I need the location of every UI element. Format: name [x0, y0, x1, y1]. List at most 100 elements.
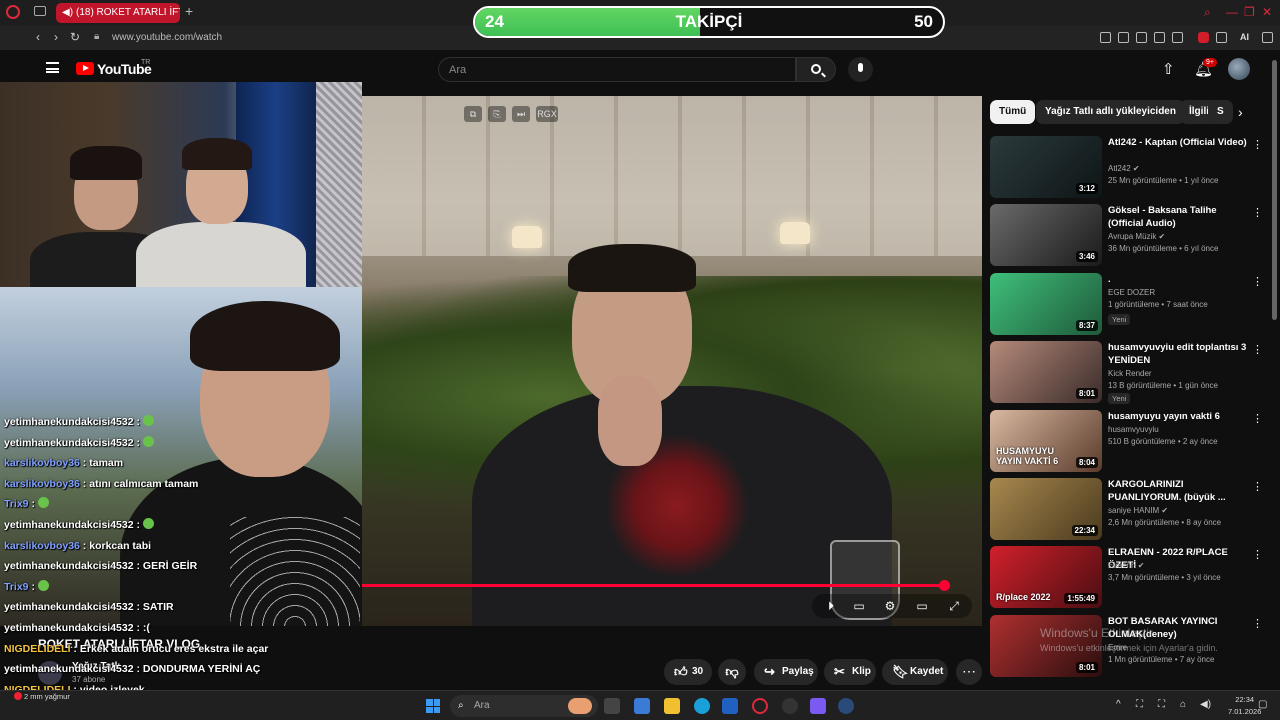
search-button[interactable]: [796, 57, 836, 82]
recommendation-channel[interactable]: Avrupa Müzik: [1108, 232, 1156, 241]
filter-chip[interactable]: S: [1208, 100, 1233, 124]
more-options-icon[interactable]: ⋮: [1252, 206, 1263, 219]
recommendation-title[interactable]: husamyuyu yayın vakti 6: [1108, 410, 1248, 423]
maximize-icon[interactable]: ❐: [1244, 5, 1255, 19]
menu-icon[interactable]: [1262, 32, 1273, 43]
widgets-icon[interactable]: [568, 698, 592, 714]
rgx-extension-badge[interactable]: RGX: [536, 106, 558, 122]
favorites-icon[interactable]: [1172, 32, 1183, 43]
recommendation-card[interactable]: 8:01 husamvyuvyiu edit toplantısı 3 YENİD…: [990, 341, 1263, 405]
extension-icon[interactable]: [1100, 32, 1111, 43]
settings-gear-icon[interactable]: ⚙: [881, 599, 899, 613]
opera-taskbar-icon[interactable]: [752, 698, 768, 714]
video-progress-bar[interactable]: [362, 584, 944, 587]
like-button[interactable]: 👍︎ 30: [664, 659, 712, 685]
opera-logo-icon[interactable]: [6, 5, 20, 19]
store-icon[interactable]: [722, 698, 738, 714]
recommendation-thumbnail[interactable]: 22:34: [990, 478, 1102, 540]
recommendation-channel[interactable]: Kick Render: [1108, 369, 1152, 378]
notification-center-icon[interactable]: ▢: [1258, 699, 1267, 710]
theater-mode-icon[interactable]: ▭: [913, 599, 931, 613]
video-progress-scrubber[interactable]: [939, 580, 950, 591]
miniplayer-icon[interactable]: ⧉: [464, 106, 482, 122]
translate-extension-icon[interactable]: [1198, 32, 1209, 43]
recommendation-title[interactable]: KARGOLARINIZI PUANLIYORUM. (büyük ...: [1108, 478, 1248, 504]
more-options-icon[interactable]: ⋮: [1252, 138, 1263, 151]
more-options-icon[interactable]: ⋮: [1252, 412, 1263, 425]
share-button[interactable]: ↪ Paylaş: [754, 659, 818, 685]
start-windows-icon[interactable]: [426, 699, 440, 713]
recommendation-thumbnail[interactable]: HUSAMYUYU YAYIN VAKTİ 6 8:04: [990, 409, 1102, 472]
clip-button[interactable]: ✂ Klip: [824, 659, 876, 685]
recommendation-title[interactable]: .: [1108, 273, 1248, 286]
page-scrollbar[interactable]: [1272, 60, 1277, 320]
app-icon[interactable]: [810, 698, 826, 714]
recommendation-channel[interactable]: Atl242: [1108, 164, 1131, 173]
recommendation-card[interactable]: R/place 2022 1:55:49 ELRAENN - 2022 R/PLAC…: [990, 546, 1263, 610]
chips-next-icon[interactable]: ›: [1238, 104, 1243, 120]
player-icon[interactable]: [1154, 32, 1165, 43]
forward-icon[interactable]: ›: [54, 30, 58, 44]
search-box[interactable]: [438, 57, 796, 82]
recommendation-channel[interactable]: saniye HANIM: [1108, 506, 1159, 515]
subtitles-icon[interactable]: ▭: [850, 599, 868, 613]
recommendation-card[interactable]: 3:46 Göksel - Baksana Talihe (Official Au…: [990, 204, 1263, 268]
app-icon[interactable]: [634, 698, 650, 714]
close-icon[interactable]: ✕: [1262, 5, 1272, 19]
cast-icon[interactable]: ⎘: [488, 106, 506, 122]
network-icon[interactable]: ⌂: [1180, 699, 1186, 710]
recommendation-title[interactable]: husamvyuvyiu edit toplantısı 3 YENİDEN: [1108, 341, 1248, 367]
lock-icon[interactable]: 🔒︎: [94, 31, 99, 42]
voice-search-icon[interactable]: [848, 57, 873, 82]
pinboard-icon[interactable]: [1136, 32, 1147, 43]
more-actions-icon[interactable]: ⋯: [956, 659, 982, 685]
steam-icon[interactable]: [838, 698, 854, 714]
recommendation-card[interactable]: 3:12 Atl242 - Kaptan (Official Video) Atl2…: [990, 136, 1263, 200]
recommendation-thumbnail[interactable]: 8:37: [990, 272, 1102, 335]
tray-app-icon[interactable]: ⛶: [1136, 699, 1143, 710]
edge-icon[interactable]: [694, 698, 710, 714]
volume-icon[interactable]: ◀): [1200, 699, 1211, 710]
more-options-icon[interactable]: ⋮: [1252, 480, 1263, 493]
tray-app-icon[interactable]: ⛶: [1158, 699, 1165, 710]
more-options-icon[interactable]: ⋮: [1252, 343, 1263, 356]
taskbar-weather[interactable]: 2 mm yağmur: [14, 692, 70, 701]
speaker-icon[interactable]: ◀): [62, 3, 73, 23]
new-tab-button[interactable]: +: [185, 3, 193, 19]
recommendation-thumbnail[interactable]: 8:01: [990, 341, 1102, 404]
youtube-logo-icon[interactable]: [76, 62, 94, 75]
app-icon[interactable]: [782, 698, 798, 714]
download-icon[interactable]: [1216, 32, 1227, 43]
recommendation-thumbnail[interactable]: R/place 2022 1:55:49: [990, 546, 1102, 609]
minimize-icon[interactable]: —: [1226, 5, 1238, 19]
taskbar-clock[interactable]: 22:34 7.01.2026: [1228, 694, 1261, 718]
recommendation-channel[interactable]: EGE DOZER: [1108, 288, 1155, 297]
tab-sidebar-icon[interactable]: [34, 6, 46, 16]
filter-chip[interactable]: Yağız Tatlı adlı yükleyiciden: [1036, 100, 1185, 124]
ai-button[interactable]: AI: [1240, 32, 1249, 42]
recommendation-channel[interactable]: husamvyuvyiu: [1108, 425, 1159, 434]
recommendation-channel[interactable]: Elraenn: [1108, 561, 1136, 570]
task-view-icon[interactable]: [604, 698, 620, 714]
account-avatar[interactable]: [1228, 58, 1250, 80]
search-input[interactable]: [439, 58, 795, 81]
recommendation-title[interactable]: Göksel - Baksana Talihe (Official Audio): [1108, 204, 1248, 230]
filter-chip[interactable]: Tümü: [990, 100, 1036, 124]
reload-icon[interactable]: ↻: [70, 30, 80, 44]
browser-tab-active[interactable]: ◀) (18) ROKET ATARLI İFTAR: [56, 3, 180, 23]
menu-hamburger-icon[interactable]: [46, 62, 59, 73]
next-icon[interactable]: ⏭: [512, 106, 530, 122]
fullscreen-icon[interactable]: ⤢: [945, 599, 963, 613]
tray-chevron-icon[interactable]: ^: [1116, 699, 1121, 710]
back-icon[interactable]: ‹: [36, 30, 40, 44]
recommendation-thumbnail[interactable]: 3:46: [990, 204, 1102, 267]
recommendation-title[interactable]: Atl242 - Kaptan (Official Video): [1108, 136, 1248, 149]
save-button[interactable]: 🔖︎ Kaydet: [882, 659, 948, 685]
dislike-button[interactable]: 👎︎: [718, 659, 746, 685]
video-player[interactable]: ⧉ ⎘ ⏭ RGX ⏵ ▭ ⚙ ▭ ⤢: [362, 96, 982, 626]
recommendation-card[interactable]: 8:37. EGE DOZER 1 görüntüleme • 7 saat önc…: [990, 272, 1263, 337]
more-options-icon[interactable]: ⋮: [1252, 617, 1263, 630]
recommendation-card[interactable]: 22:34 KARGOLARINIZI PUANLIYORUM. (büyük .…: [990, 478, 1263, 542]
search-tabs-icon[interactable]: ⌕: [1204, 5, 1211, 20]
more-options-icon[interactable]: ⋮: [1252, 275, 1263, 288]
